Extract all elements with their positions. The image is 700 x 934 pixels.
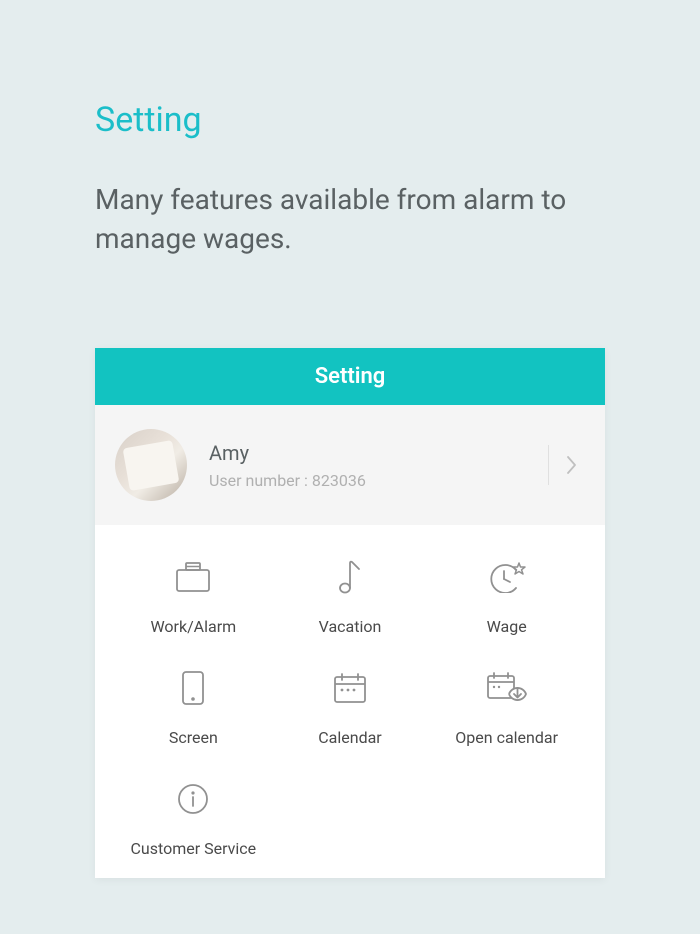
divider (548, 445, 549, 485)
phone-icon (182, 666, 204, 710)
clock-star-icon (488, 555, 526, 599)
menu-item-calendar[interactable]: Calendar (272, 666, 429, 747)
menu-item-customer-service[interactable]: Customer Service (115, 777, 272, 858)
menu-grid-section: Work/Alarm Vacation (95, 525, 605, 878)
page-subtitle: Many features available from alarm to ma… (95, 180, 605, 258)
menu-item-wage[interactable]: Wage (428, 555, 585, 636)
app-header-title: Setting (315, 364, 386, 389)
menu-item-label: Open calendar (455, 728, 558, 747)
app-header-bar: Setting (95, 348, 605, 405)
menu-item-label: Vacation (319, 617, 382, 636)
menu-item-label: Screen (169, 728, 218, 747)
avatar (115, 429, 187, 501)
menu-grid: Work/Alarm Vacation (115, 555, 585, 858)
menu-item-label: Calendar (318, 728, 381, 747)
page-title: Setting (95, 100, 605, 140)
chevron-right-icon (567, 456, 577, 474)
calendar-icon (334, 666, 366, 710)
menu-item-open-calendar[interactable]: Open calendar (428, 666, 585, 747)
briefcase-icon (176, 555, 210, 599)
menu-item-label: Wage (487, 617, 527, 636)
profile-user-number: User number : 823036 (209, 471, 548, 490)
settings-app-card: Setting Amy User number : 823036 (95, 348, 605, 878)
music-note-icon (339, 555, 361, 599)
profile-row[interactable]: Amy User number : 823036 (95, 405, 605, 525)
profile-info: Amy User number : 823036 (209, 441, 548, 490)
menu-item-label: Work/Alarm (150, 617, 236, 636)
profile-name: Amy (209, 441, 548, 465)
menu-item-work-alarm[interactable]: Work/Alarm (115, 555, 272, 636)
calendar-download-icon (487, 666, 527, 710)
page-header: Setting Many features available from ala… (0, 0, 700, 298)
menu-item-label: Customer Service (131, 839, 257, 858)
menu-item-vacation[interactable]: Vacation (272, 555, 429, 636)
info-icon (177, 777, 209, 821)
menu-item-screen[interactable]: Screen (115, 666, 272, 747)
